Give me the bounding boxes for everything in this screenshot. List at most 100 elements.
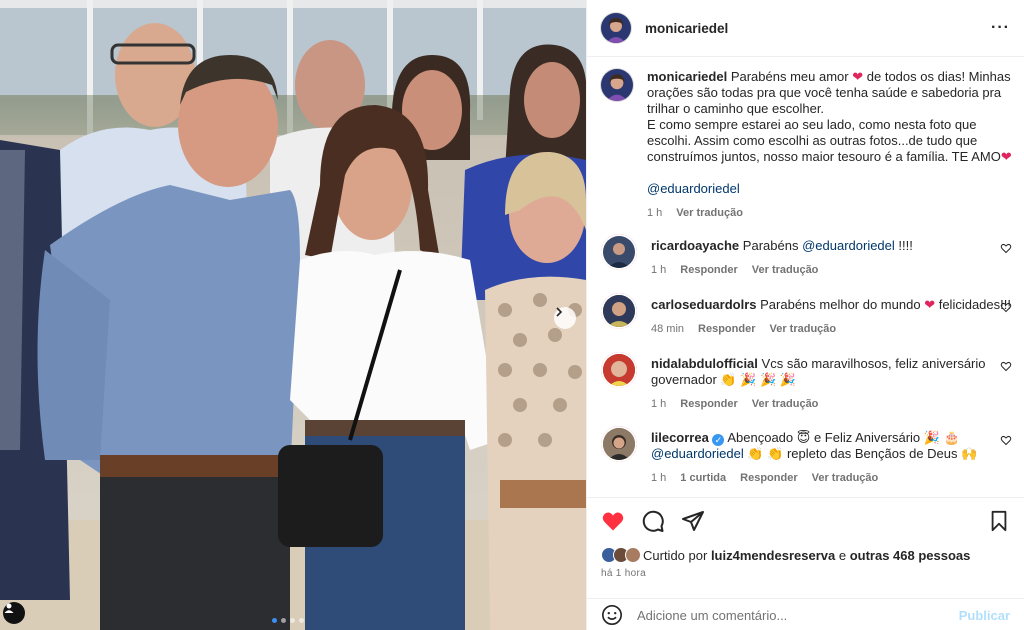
commenter-avatar [603,354,635,386]
comment-text: Parabéns melhor do mundo [760,297,921,312]
caption: monicariedel Parabéns meu amor ❤ de todo… [601,69,1012,221]
comment-username[interactable]: ricardoayache [651,238,739,253]
comment: ricardoayache Parabéns @eduardoriedel !!… [601,234,1012,278]
comment-body: carloseduardolrs Parabéns melhor do mund… [651,293,1012,337]
comment-text: Abençoado [727,430,794,445]
comment-text: Parabéns [742,238,799,253]
comment-timestamp[interactable]: 1 h [651,396,666,412]
reply-button[interactable]: Responder [740,470,797,486]
share-icon[interactable] [681,509,705,533]
author-username[interactable]: monicariedel [645,21,728,36]
liker-avatar [625,547,641,563]
more-icon[interactable]: ··· [991,19,1010,37]
comment-mention[interactable]: @eduardoriedel [802,238,895,253]
clap-emoji-icon: 👏 [767,446,784,461]
party-popper-emoji-icon: 🎉 [923,430,940,445]
action-bar [587,498,1024,544]
carousel-dot [272,618,277,623]
likes-prefix: Curtido por [643,547,708,563]
story-ring[interactable] [601,293,637,329]
liker-avatars[interactable] [601,547,641,563]
commenter-avatar [603,428,635,460]
reply-button[interactable]: Responder [680,262,737,278]
comments-list: monicariedel Parabéns meu amor ❤ de todo… [587,57,1024,497]
comment-username[interactable]: lilecorrea [651,430,709,445]
story-ring[interactable] [601,352,637,388]
comment: lilecorrea ✓ Abençoado 😇 e Feliz Anivers… [601,426,1012,486]
caption-body: monicariedel Parabéns meu amor ❤ de todo… [647,69,1012,221]
story-ring[interactable] [601,426,637,462]
likes-summary: Curtido por luiz4mendesreserva e outras … [587,544,1024,566]
comment-timestamp[interactable]: 48 min [651,321,684,337]
clap-emoji-icon: 👏 [747,446,764,461]
story-ring[interactable] [601,234,637,270]
comment-icon[interactable] [641,509,665,533]
like-comment-heart-icon[interactable] [1000,360,1012,372]
caption-timestamp[interactable]: 1 h [647,205,662,221]
caption-username[interactable]: monicariedel [647,69,727,84]
comment-text: repleto das Bençãos de Deus [786,446,958,461]
likes-others[interactable]: outras 468 pessoas [850,548,971,563]
comment-timestamp[interactable]: 1 h [651,470,666,486]
comment-input[interactable] [637,607,959,623]
angel-face-emoji-icon: 😇 [796,430,811,445]
comment-username[interactable]: nidalabdulofficial [651,356,758,371]
next-photo-button[interactable] [554,307,576,329]
comment: carloseduardolrs Parabéns melhor do mund… [601,293,1012,337]
post-photo[interactable] [0,0,586,630]
carousel-dot [281,618,286,623]
add-comment-bar: Publicar [587,598,1024,630]
likes-conjunction: e [838,547,847,563]
translate-link[interactable]: Ver tradução [770,321,837,337]
translate-link[interactable]: Ver tradução [752,396,819,412]
like-comment-heart-icon[interactable] [1000,434,1012,446]
comment-body: nidalabdulofficial Vcs são maravilhosos,… [651,352,1012,412]
like-comment-heart-icon[interactable] [1000,301,1012,313]
reply-button[interactable]: Responder [680,396,737,412]
reply-button[interactable]: Responder [698,321,755,337]
translate-link[interactable]: Ver tradução [676,205,743,221]
commenter-avatar [603,295,635,327]
carousel-dot [290,618,295,623]
liker-username[interactable]: luiz4mendesreserva [711,548,835,563]
post-timestamp[interactable]: há 1 hora [587,566,1024,581]
author-avatar[interactable] [601,13,631,43]
red-heart-emoji-icon: ❤ [852,69,864,84]
like-comment-heart-icon[interactable] [1000,242,1012,254]
photo-illustration [0,0,586,630]
red-heart-emoji-icon: ❤ [1000,149,1012,164]
comment-timestamp[interactable]: 1 h [651,262,666,278]
comment-body: lilecorrea ✓ Abençoado 😇 e Feliz Anivers… [651,426,1012,486]
comment-body: ricardoayache Parabéns @eduardoriedel !!… [651,234,1012,278]
cake-emoji-icon: 🎂 [943,430,960,445]
commenter-avatar [603,236,635,268]
party-popper-emoji-icon: 🎉 [760,372,777,387]
publish-button[interactable]: Publicar [959,608,1010,623]
heart-filled-icon[interactable] [601,509,625,533]
emoji-icon[interactable] [601,604,623,626]
comment-text: !!!! [898,238,913,253]
red-heart-emoji-icon: ❤ [924,297,936,312]
caption-mention[interactable]: @eduardoriedel [647,181,740,196]
carousel-dot [299,618,304,623]
clap-emoji-icon: 👏 [720,372,737,387]
post-header: monicariedel ··· [587,0,1024,57]
translate-link[interactable]: Ver tradução [752,262,819,278]
comment: nidalabdulofficial Vcs são maravilhosos,… [601,352,1012,412]
comment-likes[interactable]: 1 curtida [680,470,726,486]
tagged-users-button[interactable] [3,602,25,624]
party-popper-emoji-icon: 🎉 [779,372,797,387]
bookmark-icon[interactable] [988,510,1010,532]
comment-mention[interactable]: @eduardoriedel [651,446,744,461]
caption-text-3: E como sempre estarei ao seu lado, como … [647,117,1001,164]
comment-username[interactable]: carloseduardolrs [651,297,757,312]
post-sidebar: monicariedel ··· monicariedel Parabéns m… [586,0,1024,630]
caption-avatar[interactable] [601,69,633,101]
caption-text-1: Parabéns meu amor [730,69,849,84]
verified-icon: ✓ [712,434,725,446]
translate-link[interactable]: Ver tradução [812,470,879,486]
comment-text: e Feliz Aniversário [813,430,921,445]
post-actions: Curtido por luiz4mendesreserva e outras … [587,497,1024,630]
party-popper-emoji-icon: 🎉 [740,372,757,387]
chevron-right-icon [556,307,563,317]
